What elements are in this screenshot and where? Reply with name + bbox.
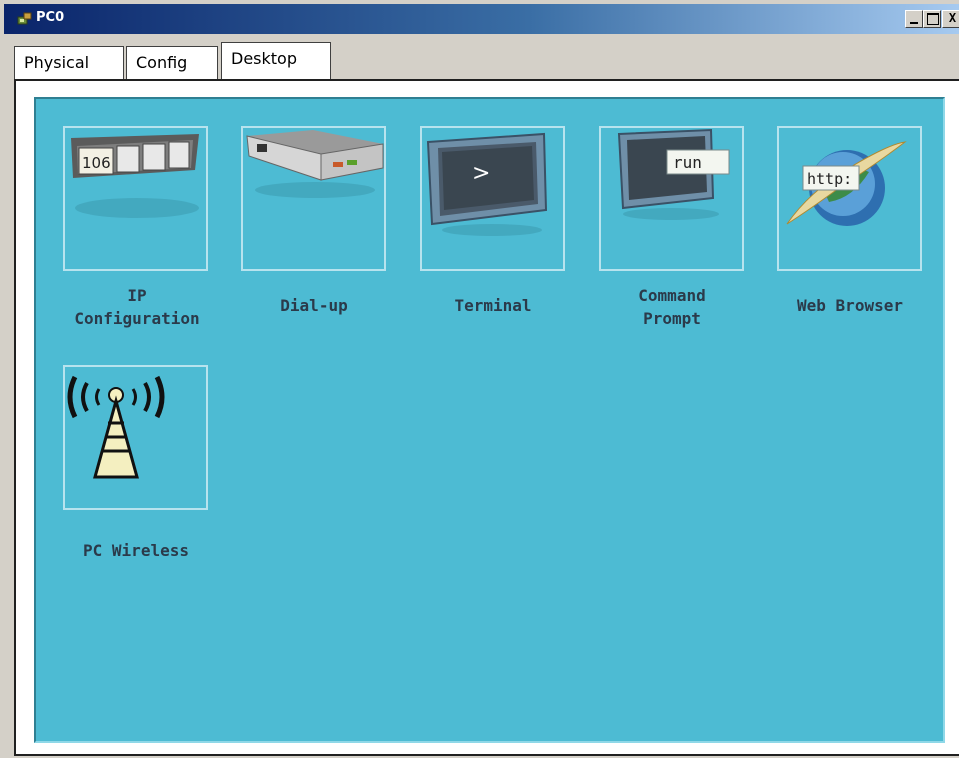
app-label-dial-up: Dial-up: [280, 296, 348, 315]
app-label-line1: Command: [638, 286, 706, 305]
maximize-button[interactable]: [923, 10, 941, 28]
svg-text:106: 106: [82, 154, 111, 172]
dial-up-modem-icon: [246, 130, 384, 198]
wireless-tower-icon: [67, 375, 165, 479]
app-label-terminal: Terminal: [454, 296, 532, 315]
pc0-window: PC0 X Physical Config Desktop 106 IP Con…: [0, 0, 959, 758]
tab-bar: Physical Config Desktop: [14, 42, 959, 79]
web-browser-tile[interactable]: http:: [777, 126, 922, 271]
tab-physical[interactable]: Physical: [14, 46, 124, 79]
title-bar[interactable]: PC0 X: [4, 4, 959, 34]
terminal-tile[interactable]: >: [420, 126, 565, 271]
terminal-icon: >: [426, 132, 548, 236]
svg-text:run: run: [673, 153, 702, 172]
app-label-line2: Prompt: [643, 309, 701, 328]
app-label-line1: IP: [127, 286, 147, 305]
tab-desktop[interactable]: Desktop: [221, 42, 331, 79]
app-label-ip-configuration: IP Configuration: [47, 284, 227, 330]
ip-configuration-tile[interactable]: 106: [63, 126, 208, 271]
svg-text:http:: http:: [807, 170, 852, 188]
app-label-pc-wireless: PC Wireless: [83, 541, 189, 560]
close-button[interactable]: X: [942, 10, 959, 28]
window-title: PC0: [36, 10, 65, 25]
desktop-area: 106 IP Configuration Dial-up > Terminal …: [34, 97, 945, 743]
svg-text:>: >: [472, 161, 490, 186]
tab-config[interactable]: Config: [126, 46, 218, 79]
app-label-line2: Configuration: [74, 309, 200, 328]
web-browser-icon: http:: [786, 141, 907, 226]
app-label-web-browser: Web Browser: [797, 296, 903, 315]
command-prompt-icon: run: [617, 128, 730, 220]
dial-up-tile[interactable]: [241, 126, 386, 271]
command-prompt-tile[interactable]: run: [599, 126, 744, 271]
ip-configuration-icon: 106: [71, 134, 199, 218]
packet-tracer-icon: [17, 12, 32, 25]
minimize-button[interactable]: [905, 10, 923, 28]
app-label-command-prompt: Command Prompt: [587, 284, 757, 330]
pc-wireless-tile[interactable]: [63, 365, 208, 510]
